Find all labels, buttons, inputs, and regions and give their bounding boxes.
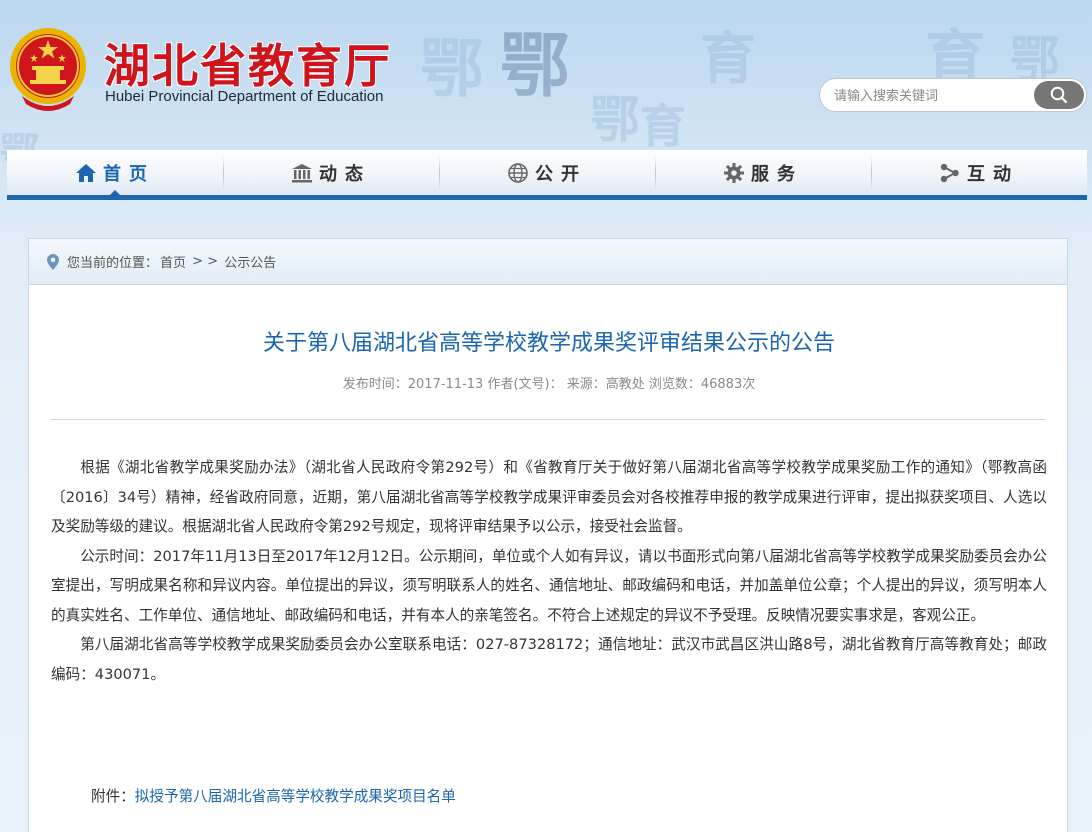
site-title: 湖北省教育厅 [104, 39, 392, 93]
nav-item-service[interactable]: 服务 [655, 150, 871, 195]
content-panel: 您当前的位置： 首页 > > 公示公告 关于第八届湖北省高等学校教学成果奖评审结… [28, 238, 1068, 832]
building-icon [292, 163, 312, 182]
attachment-link[interactable]: 拟授予第八届湖北省高等学校教学成果奖项目名单 [135, 788, 456, 805]
attachment-label: 附件： [91, 788, 135, 805]
nav-item-interact[interactable]: 互动 [871, 150, 1087, 195]
share-icon [940, 163, 959, 182]
nav-item-news[interactable]: 动态 [223, 150, 439, 195]
search-button[interactable] [1034, 81, 1084, 109]
site-header: 湖北省教育厅 Hubei Provincial Department of Ed… [0, 0, 1092, 148]
search-icon [1050, 86, 1068, 104]
search-input[interactable] [834, 86, 1034, 106]
breadcrumb-home-link[interactable]: 首页 [160, 252, 186, 271]
globe-icon [508, 162, 528, 183]
nav-item-label: 公开 [535, 163, 587, 185]
article-title: 关于第八届湖北省高等学校教学成果奖评审结果公示的公告 [262, 331, 835, 356]
article-paragraph: 根据《湖北省教学成果奖励办法》（湖北省人民政府令第292号）和《省教育厅关于做好… [51, 459, 1047, 535]
main-nav: 首页 动态 公开 服务 互动 [7, 150, 1087, 200]
nav-item-label: 互动 [967, 163, 1019, 185]
breadcrumb-current[interactable]: 公示公告 [224, 252, 276, 271]
article-paragraph: 公示时间：2017年11月13日至2017年12月12日。公示期间，单位或个人如… [51, 547, 1047, 624]
national-emblem-icon [10, 28, 86, 111]
nav-item-label: 服务 [751, 163, 803, 185]
home-icon [76, 163, 96, 182]
location-pin-icon [47, 253, 59, 270]
nav-item-home[interactable]: 首页 [7, 150, 223, 196]
gear-icon [724, 162, 744, 183]
title-divider [51, 419, 1045, 420]
nav-item-label: 首页 [103, 163, 155, 185]
attachment: 附件：拟授予第八届湖北省高等学校教学成果奖项目名单 [91, 785, 456, 806]
breadcrumb-separator: > > [188, 254, 223, 269]
search-box [819, 78, 1087, 112]
article-body: 根据《湖北省教学成果奖励办法》（湖北省人民政府令第292号）和《省教育厅关于做好… [51, 453, 1047, 689]
article-paragraph: 第八届湖北省高等学校教学成果奖励委员会办公室联系电话：027-87328172；… [51, 636, 1047, 683]
site-subtitle: Hubei Provincial Department of Education [105, 88, 384, 105]
nav-item-public[interactable]: 公开 [439, 150, 655, 195]
nav-item-label: 动态 [319, 163, 371, 185]
breadcrumb-prefix: 您当前的位置： [67, 256, 159, 271]
breadcrumb: 您当前的位置： 首页 > > 公示公告 [29, 239, 1067, 285]
article-meta: 发布时间：2017-11-13 作者(文号)： 来源：高教处 浏览数：46883… [342, 377, 756, 392]
